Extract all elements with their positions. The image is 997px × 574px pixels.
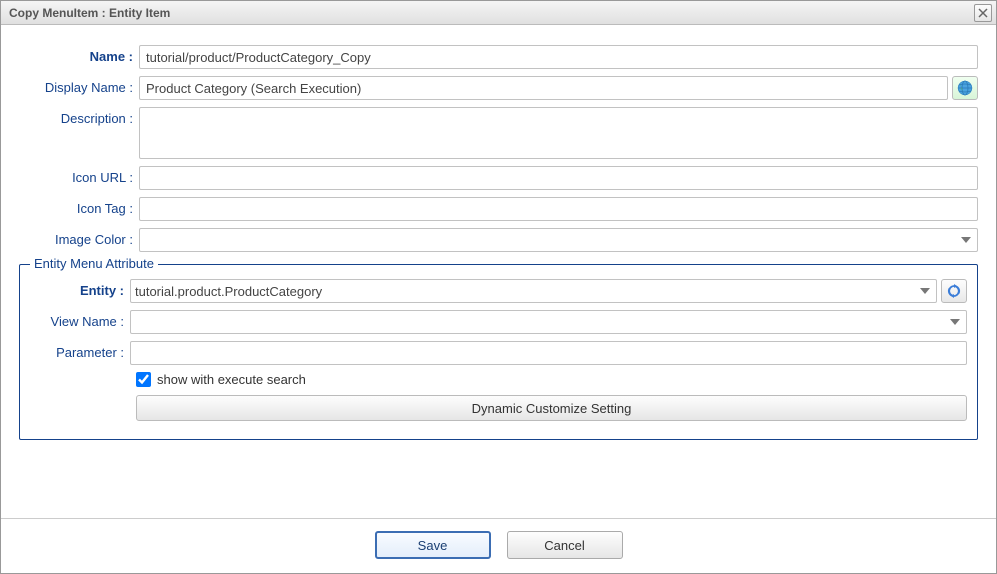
display-name-input[interactable] bbox=[139, 76, 948, 100]
refresh-icon bbox=[946, 283, 962, 299]
titlebar: Copy MenuItem : Entity Item bbox=[1, 1, 996, 25]
dialog-content: Name : Display Name : Description : Icon… bbox=[1, 25, 996, 518]
entity-label: Entity : bbox=[30, 279, 130, 298]
entity-menu-attribute-fieldset: Entity Menu Attribute Entity : tutorial.… bbox=[19, 264, 978, 440]
copy-menuitem-dialog: Copy MenuItem : Entity Item Name : Displ… bbox=[0, 0, 997, 574]
dynamic-customize-button[interactable]: Dynamic Customize Setting bbox=[136, 395, 967, 421]
description-label: Description : bbox=[19, 107, 139, 126]
close-icon bbox=[978, 8, 988, 18]
cancel-button[interactable]: Cancel bbox=[507, 531, 623, 559]
icon-url-input[interactable] bbox=[139, 166, 978, 190]
name-input[interactable] bbox=[139, 45, 978, 69]
entity-select[interactable]: tutorial.product.ProductCategory bbox=[130, 279, 937, 303]
refresh-entity-button[interactable] bbox=[941, 279, 967, 303]
globe-icon bbox=[957, 80, 973, 96]
dialog-title: Copy MenuItem : Entity Item bbox=[9, 6, 170, 20]
localize-button[interactable] bbox=[952, 76, 978, 100]
icon-url-label: Icon URL : bbox=[19, 166, 139, 185]
fieldset-legend: Entity Menu Attribute bbox=[30, 256, 158, 271]
name-label: Name : bbox=[19, 45, 139, 64]
description-input[interactable] bbox=[139, 107, 978, 159]
show-with-execute-label: show with execute search bbox=[157, 372, 306, 387]
save-button[interactable]: Save bbox=[375, 531, 491, 559]
parameter-label: Parameter : bbox=[30, 341, 130, 360]
icon-tag-label: Icon Tag : bbox=[19, 197, 139, 216]
parameter-input[interactable] bbox=[130, 341, 967, 365]
button-bar: Save Cancel bbox=[1, 518, 996, 573]
image-color-label: Image Color : bbox=[19, 228, 139, 247]
view-name-label: View Name : bbox=[30, 310, 130, 329]
show-with-execute-checkbox[interactable] bbox=[136, 372, 151, 387]
image-color-select[interactable] bbox=[139, 228, 978, 252]
view-name-select[interactable] bbox=[130, 310, 967, 334]
icon-tag-input[interactable] bbox=[139, 197, 978, 221]
display-name-label: Display Name : bbox=[19, 76, 139, 95]
close-button[interactable] bbox=[974, 4, 992, 22]
